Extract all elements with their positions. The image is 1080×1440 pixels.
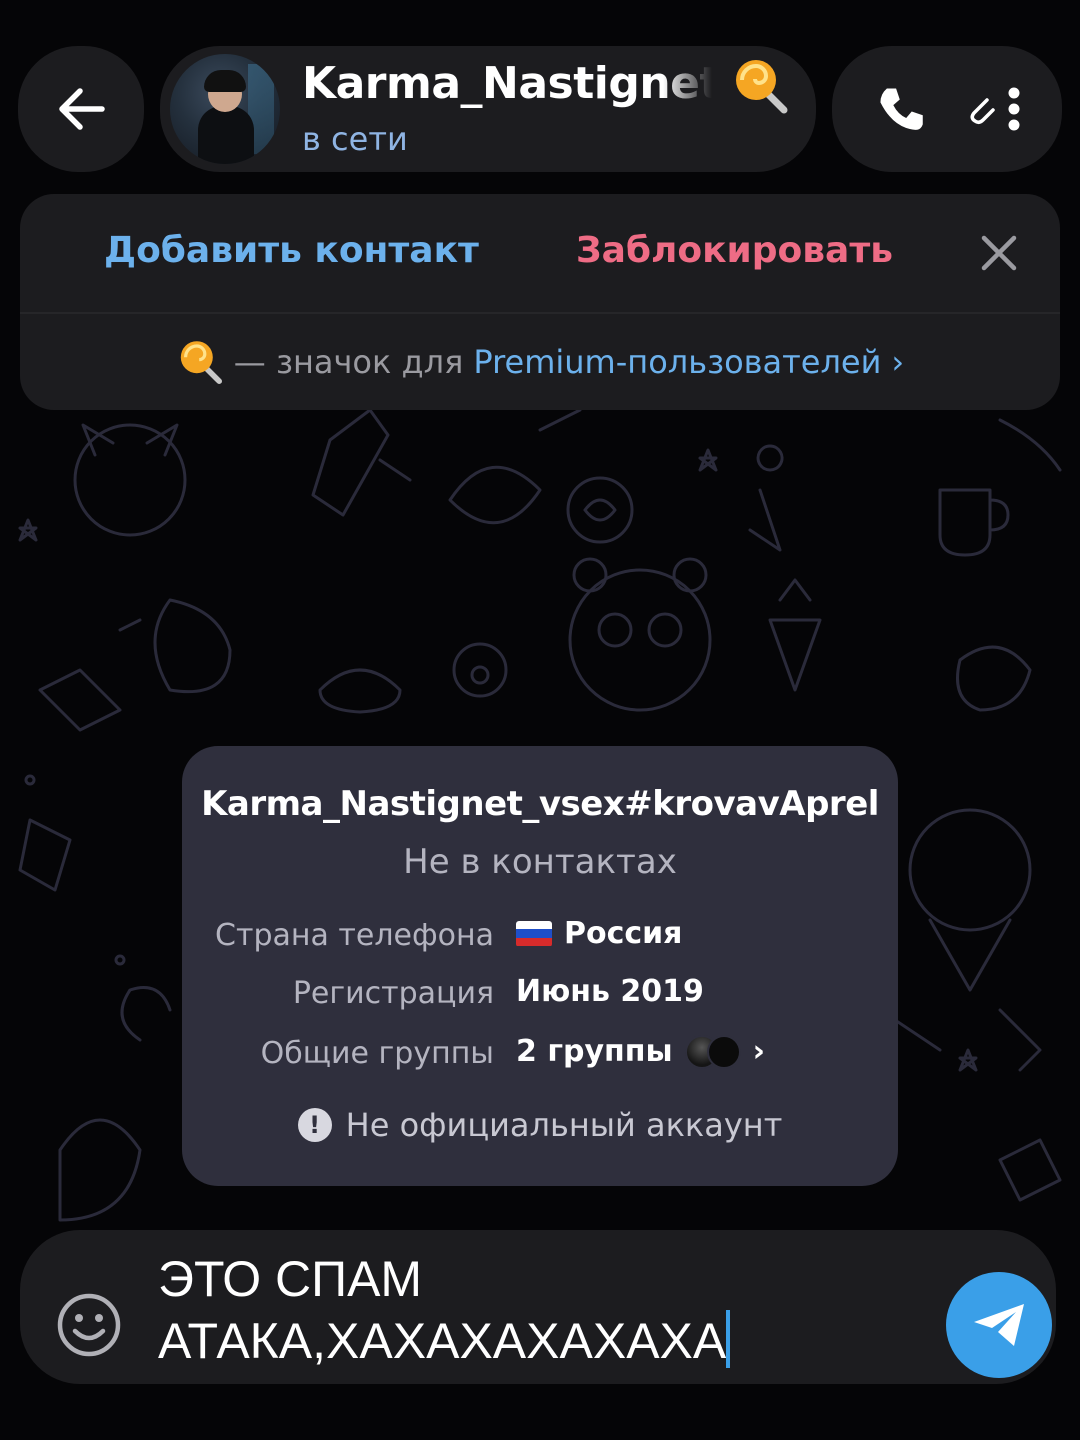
chat-header[interactable]: Karma_Nastignet_в в сети: [160, 46, 816, 172]
avatar[interactable]: [170, 54, 280, 164]
back-button[interactable]: [18, 46, 144, 172]
more-button[interactable]: [965, 86, 1021, 132]
premium-info-link[interactable]: — значок для Premium-пользователей ›: [20, 332, 1060, 392]
card-subtitle: Не в контактах: [403, 842, 677, 882]
lollipop-icon: [180, 341, 222, 384]
send-icon: [974, 1304, 1024, 1346]
block-user-button[interactable]: Заблокировать: [576, 230, 893, 271]
common-groups-value[interactable]: 2 группы ›: [516, 1034, 765, 1069]
registration-value: Июнь 2019: [516, 974, 704, 1009]
more-vertical-icon: [1008, 87, 1019, 131]
contact-info-card: Karma_Nastignet_vsex#krovavAprel Не в ко…: [182, 746, 898, 1186]
message-line-1: ЭТО СПАМ: [158, 1251, 423, 1307]
header-actions: [832, 46, 1062, 172]
group-avatars: [684, 1034, 741, 1069]
registration-label: Регистрация: [292, 976, 494, 1011]
flag-ru-icon: [516, 920, 552, 947]
exclamation-icon: !: [297, 1108, 332, 1142]
add-contact-button[interactable]: Добавить контакт: [104, 230, 479, 271]
message-input[interactable]: ЭТО СПАМ АТАКА,ХАХАХАХАХАХА: [158, 1248, 918, 1372]
message-line-2: АТАКА,ХАХАХАХАХАХА: [158, 1310, 918, 1372]
contact-action-bar: Добавить контакт Заблокировать — значок …: [20, 194, 1060, 410]
premium-link[interactable]: Premium-пользователей: [473, 343, 881, 381]
lollipop-icon[interactable]: [730, 56, 790, 116]
online-status: в сети: [302, 120, 408, 158]
country-label: Страна телефона: [215, 918, 494, 953]
common-groups-count: 2 группы: [516, 1034, 673, 1069]
common-groups-label: Общие группы: [260, 1036, 494, 1071]
chevron-right-icon: ›: [891, 343, 905, 381]
text-caret: [726, 1310, 731, 1368]
chat-screen: Karma_Nastignet_в в сети Добавить контак…: [0, 0, 1080, 1440]
warning-text: Не официальный аккаунт: [345, 1106, 783, 1144]
smile-icon[interactable]: [56, 1292, 122, 1358]
paperclip-icon: [970, 98, 995, 125]
contact-name: Karma_Nastignet_в: [302, 58, 712, 108]
card-full-name: Karma_Nastignet_vsex#krovavAprel: [201, 784, 879, 824]
message-line-2-text: АТАКА,ХАХАХАХАХАХА: [158, 1313, 727, 1369]
country-value: Россия: [516, 916, 682, 951]
premium-text: — значок для: [233, 343, 464, 381]
divider: [20, 312, 1060, 314]
unofficial-warning: ! Не официальный аккаунт: [182, 1106, 898, 1144]
message-composer: ЭТО СПАМ АТАКА,ХАХАХАХАХАХА: [20, 1230, 1056, 1384]
chevron-right-icon: ›: [752, 1034, 765, 1069]
arrow-back-icon: [59, 88, 105, 130]
close-icon[interactable]: [976, 230, 1022, 276]
send-button[interactable]: [946, 1272, 1052, 1378]
phone-icon[interactable]: [874, 83, 926, 135]
country-name: Россия: [564, 916, 683, 951]
group-avatar: [706, 1034, 741, 1069]
